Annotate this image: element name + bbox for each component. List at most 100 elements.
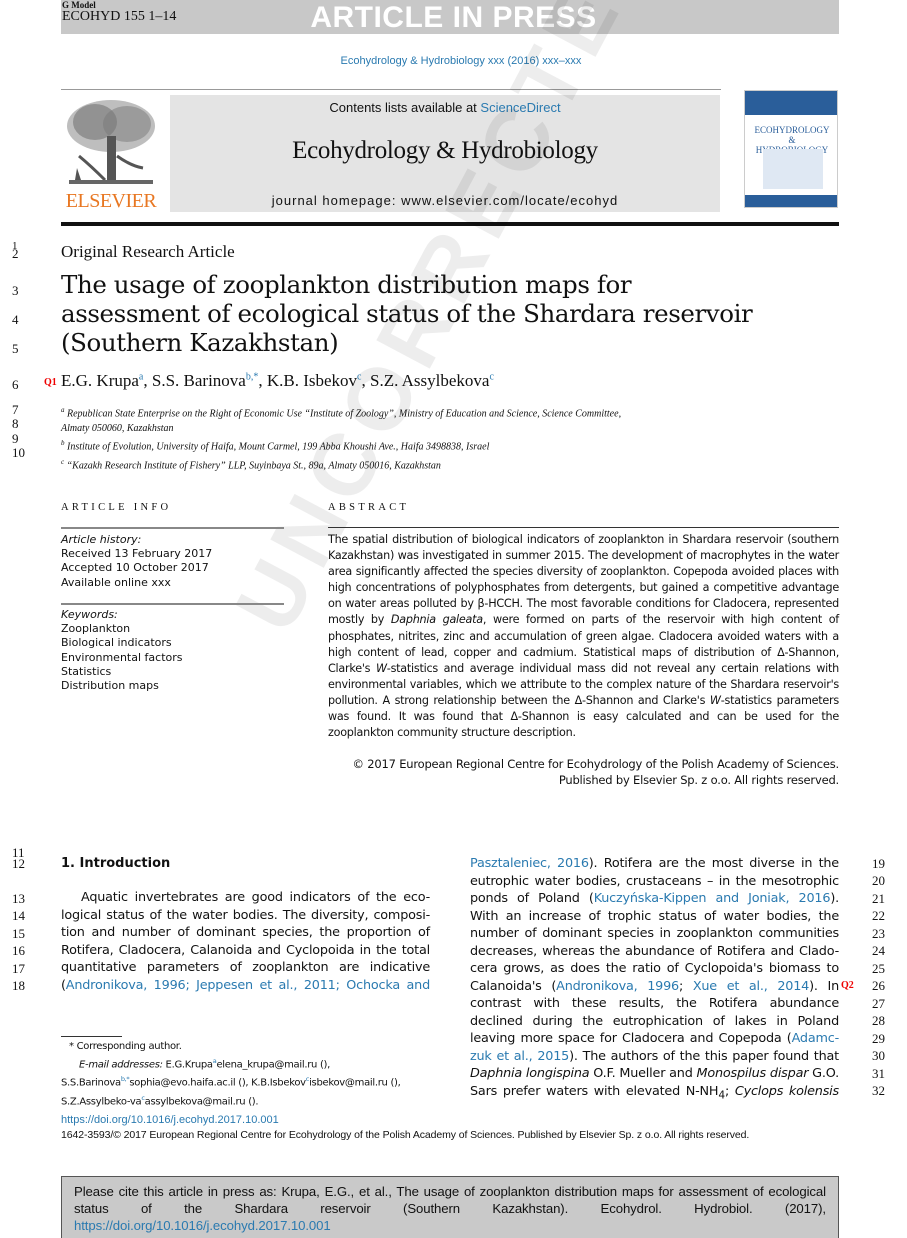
text: O.F. Mueller and — [589, 1066, 697, 1081]
species-name: Cyclops kolensis — [734, 1083, 840, 1099]
author-name[interactable]: K.B. Isbekov — [267, 371, 357, 390]
masthead-bottom-rule — [61, 222, 839, 226]
line-number: 25 — [872, 961, 885, 976]
line-number: 20 — [872, 873, 885, 888]
body-line: ponds of Poland (Kuczyńska-Kippen and Jo… — [470, 890, 839, 908]
author-affiliation-sup[interactable]: c — [357, 371, 361, 382]
reference-link[interactable]: Xue et al., 2014 — [693, 979, 810, 994]
line-number: 4 — [12, 312, 19, 327]
copyright-line: © 2017 European Regional Centre for Ecoh… — [352, 757, 840, 771]
body-line: contrast with these results, the Rotifer… — [470, 996, 839, 1011]
reference-link[interactable]: Adamc- — [792, 1031, 840, 1046]
line-number: 18 — [12, 978, 25, 993]
affiliation-text: Institute of Evolution, University of Ha… — [67, 441, 490, 453]
author-name[interactable]: E.G. Krupa — [61, 371, 139, 390]
body-line: Calanoida's (Andronikova, 1996; Xue et a… — [470, 978, 839, 996]
citation-text: Please cite this article in press as: Kr… — [74, 1184, 826, 1216]
reference-link[interactable]: Pasztaleniec, 2016 — [470, 856, 589, 871]
contents-line: Contents lists available at ScienceDirec… — [170, 100, 720, 115]
affiliation-c: c “Kazakh Research Institute of Fishery”… — [61, 455, 741, 474]
line-number: 19 — [872, 856, 885, 871]
article-title: The usage of zooplankton distribution ma… — [61, 270, 753, 357]
cover-top-band — [745, 91, 837, 115]
author-affiliation-sup[interactable]: b,* — [246, 371, 259, 382]
text: ). In — [809, 978, 840, 994]
line-number: 22 — [872, 908, 885, 923]
accepted-date: Accepted 10 October 2017 — [61, 561, 209, 575]
email-link[interactable]: assylbekova@mail.ru (). — [145, 1096, 259, 1107]
affiliation-text: Republican State Enterprise on the Right… — [67, 408, 622, 420]
abstract-rule — [328, 527, 839, 528]
text: ). — [830, 891, 839, 906]
text: leaving more space for Cladocera and Cop… — [470, 1031, 792, 1046]
section-heading-introduction: 1. Introduction — [61, 856, 171, 871]
author-affiliation-sup[interactable]: c — [489, 371, 493, 382]
doi-link[interactable]: https://doi.org/10.1016/j.ecohyd.2017.10… — [61, 1114, 279, 1126]
body-line: logical status of the water bodies. The … — [61, 907, 430, 923]
line-number: 32 — [872, 1083, 885, 1098]
journal-cover-thumbnail: ECOHYDROLOGY & HYDROBIOLOGY — [744, 90, 838, 208]
citation-box: Please cite this article in press as: Kr… — [61, 1176, 839, 1238]
sciencedirect-link[interactable]: ScienceDirect — [480, 100, 560, 115]
line-number: 17 — [12, 961, 25, 976]
abstract-text: The spatial distribution of biological i… — [328, 532, 839, 741]
line-number: 13 — [12, 891, 25, 906]
reference-link[interactable]: Andronikova, 1996 — [556, 979, 679, 994]
text: E.G.Krupa — [162, 1059, 214, 1071]
line-number: 3 — [12, 283, 19, 298]
received-date: Received 13 February 2017 — [61, 547, 213, 561]
email-link[interactable]: sophia@evo.haifa.ac.il (), K.B.Isbekov — [129, 1078, 306, 1089]
citation-doi-link[interactable]: https://doi.org/10.1016/j.ecohyd.2017.10… — [74, 1218, 331, 1233]
affiliation-a: a Republican State Enterprise on the Rig… — [61, 403, 741, 422]
body-line: (Andronikova, 1996; Jeppesen et al., 201… — [61, 977, 430, 995]
article-in-press-label: ARTICLE IN PRESS — [310, 1, 597, 34]
affiliation-text: Almaty 050060, Kazakhstan — [61, 422, 174, 434]
body-line: tion and number of dominant species, the… — [61, 925, 430, 940]
email-label: E-mail addresses: — [79, 1059, 163, 1071]
body-line: eutrophic water bodies, crustaceans – in… — [470, 873, 839, 889]
abstract-copyright: © 2017 European Regional Centre for Ecoh… — [328, 757, 840, 788]
issn-copyright: 1642-3593/© 2017 European Regional Centr… — [61, 1129, 750, 1141]
line-number: 27 — [872, 996, 885, 1011]
article-history: Article history: Received 13 February 20… — [61, 533, 212, 590]
line-number: 8 — [12, 416, 19, 431]
line-number: 12 — [12, 856, 25, 871]
keyword: Zooplankton — [61, 622, 131, 636]
cover-bottom-band — [745, 195, 837, 207]
keyword: Distribution maps — [61, 679, 159, 693]
history-label: Article history: — [61, 533, 142, 546]
keyword: Environmental factors — [61, 650, 183, 664]
affiliation-text: “Kazakh Research Institute of Fishery” L… — [66, 460, 441, 472]
article-type: Original Research Article — [61, 242, 235, 261]
keywords-list: Keywords: Zooplankton Biological indicat… — [61, 608, 183, 693]
cover-illustration — [763, 149, 823, 189]
author-affiliation-sup[interactable]: a — [139, 371, 143, 382]
body-line: declined during the eutrophication of la… — [470, 1013, 839, 1029]
body-line: Daphnia longispina O.F. Mueller and Mono… — [470, 1065, 839, 1083]
author-name[interactable]: S.Z. Assylbekova — [370, 371, 489, 390]
body-column-right: Pasztaleniec, 2016). Rotifera are the mo… — [470, 855, 840, 1101]
abstract-heading: ABSTRACT — [328, 502, 410, 513]
online-date: Available online xxx — [61, 575, 171, 589]
line-number: 2 — [12, 246, 19, 261]
corresponding-author-note: * Corresponding author. — [69, 1041, 182, 1052]
journal-homepage[interactable]: journal homepage: www.elsevier.com/locat… — [170, 193, 720, 208]
reference-link[interactable]: Kuczyńska-Kippen and Joniak, 2016 — [594, 891, 831, 906]
query-mark-q2[interactable]: Q2 — [841, 980, 854, 991]
reference-link[interactable]: Andronikova, 1996; Jeppesen et al., 2011… — [66, 978, 430, 993]
abstract-italic: W — [375, 661, 387, 675]
keyword: Biological indicators — [61, 636, 172, 650]
publisher-wordmark: ELSEVIER — [65, 190, 157, 212]
text: ponds of Poland ( — [470, 891, 594, 906]
body-line: decreases, whereas the abundance of Roti… — [470, 943, 839, 959]
footnote-rule — [61, 1036, 122, 1037]
line-number: 16 — [12, 943, 25, 958]
footnote: * Corresponding author. E-mail addresses… — [61, 1040, 430, 1109]
journal-citation-line: Ecohydrology & Hydrobiology xxx (2016) x… — [340, 55, 582, 67]
text: Sars prefer waters with elevated N-NH — [470, 1083, 719, 1099]
query-mark-q1[interactable]: Q1 — [44, 377, 57, 388]
article-info-rule — [61, 527, 284, 529]
author-name[interactable]: S.S. Barinova — [152, 371, 246, 390]
reference-link[interactable]: zuk et al., 2015 — [470, 1049, 569, 1064]
body-line: cera grows, as does the ratio of Cyclopo… — [470, 961, 839, 976]
